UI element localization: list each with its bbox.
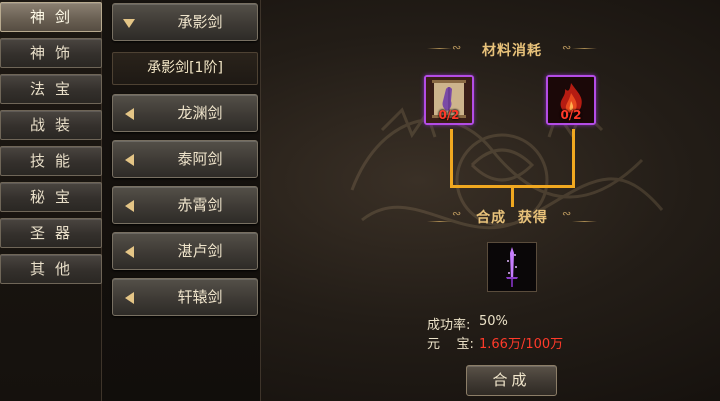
item-column: 承影剑 承影剑[1阶] 龙渊剑 泰阿剑 赤霄剑 湛卢剑 轩辕剑 xyxy=(102,0,261,401)
item-button-chixiao[interactable]: 赤霄剑 xyxy=(112,186,258,224)
category-tab-shenshi[interactable]: 神饰 xyxy=(0,38,102,68)
collapse-arrow-icon xyxy=(125,200,134,212)
category-tab-shenjian[interactable]: 神剑 xyxy=(0,2,102,32)
category-column: 神剑 神饰 法宝 战装 技能 秘宝 圣器 其他 xyxy=(0,0,102,401)
sub-item-selected[interactable]: 承影剑[1阶] xyxy=(112,52,258,85)
item-button-taia[interactable]: 泰阿剑 xyxy=(112,140,258,178)
item-label: 泰阿剑 xyxy=(177,150,223,168)
purple-sword-icon xyxy=(488,243,536,291)
title-divider xyxy=(572,48,597,49)
category-tab-jineng[interactable]: 技能 xyxy=(0,146,102,176)
connector-line xyxy=(572,129,575,187)
category-tab-zhanzhuang[interactable]: 战装 xyxy=(0,110,102,140)
connector-line xyxy=(450,129,453,187)
expand-arrow-icon xyxy=(123,19,135,28)
game-screen: 神剑 神饰 法宝 战装 技能 秘宝 圣器 其他 承影剑 承影剑[1阶] 龙渊剑 … xyxy=(0,0,720,401)
materials-title: 材料消耗 xyxy=(482,43,542,59)
item-button-chengying[interactable]: 承影剑 xyxy=(112,3,258,41)
compose-button[interactable]: 合成 xyxy=(466,365,557,396)
synthesis-panel: ∾ 材料消耗 ∾ 0/2 0/2 ∾ 合成 获得 ∾ 成功率: 50% 元 宝:… xyxy=(262,0,720,401)
collapse-arrow-icon xyxy=(125,292,134,304)
category-tab-mibao[interactable]: 秘宝 xyxy=(0,182,102,212)
collapse-arrow-icon xyxy=(125,108,134,120)
ornament-icon: ∾ xyxy=(562,41,572,54)
item-label: 承影剑 xyxy=(177,13,223,31)
category-tab-fabao[interactable]: 法宝 xyxy=(0,74,102,104)
item-button-longyuan[interactable]: 龙渊剑 xyxy=(112,94,258,132)
success-rate-value: 50% xyxy=(479,314,508,329)
title-divider xyxy=(572,221,597,222)
item-label: 龙渊剑 xyxy=(177,104,223,122)
yuanbao-value: 1.66万/100万 xyxy=(479,337,564,352)
ornament-icon: ∾ xyxy=(562,207,572,220)
category-tab-shengqi[interactable]: 圣器 xyxy=(0,218,102,248)
item-label: 轩辕剑 xyxy=(177,288,223,306)
item-button-zhanlu[interactable]: 湛卢剑 xyxy=(112,232,258,270)
item-label: 赤霄剑 xyxy=(177,196,223,214)
material-slot-2[interactable]: 0/2 xyxy=(546,75,596,125)
connector-line xyxy=(511,185,514,207)
collapse-arrow-icon xyxy=(125,246,134,258)
item-button-xuanyuan[interactable]: 轩辕剑 xyxy=(112,278,258,316)
material-count: 0/2 xyxy=(438,108,460,122)
result-slot[interactable] xyxy=(487,242,537,292)
item-label: 湛卢剑 xyxy=(177,242,223,260)
collapse-arrow-icon xyxy=(125,154,134,166)
obtain-title: 合成 获得 xyxy=(476,210,548,226)
material-count: 0/2 xyxy=(560,108,582,122)
yuanbao-label: 元 宝: xyxy=(427,337,474,352)
category-tab-qita[interactable]: 其他 xyxy=(0,254,102,284)
success-rate-label: 成功率: xyxy=(427,318,471,333)
material-slot-1[interactable]: 0/2 xyxy=(424,75,474,125)
